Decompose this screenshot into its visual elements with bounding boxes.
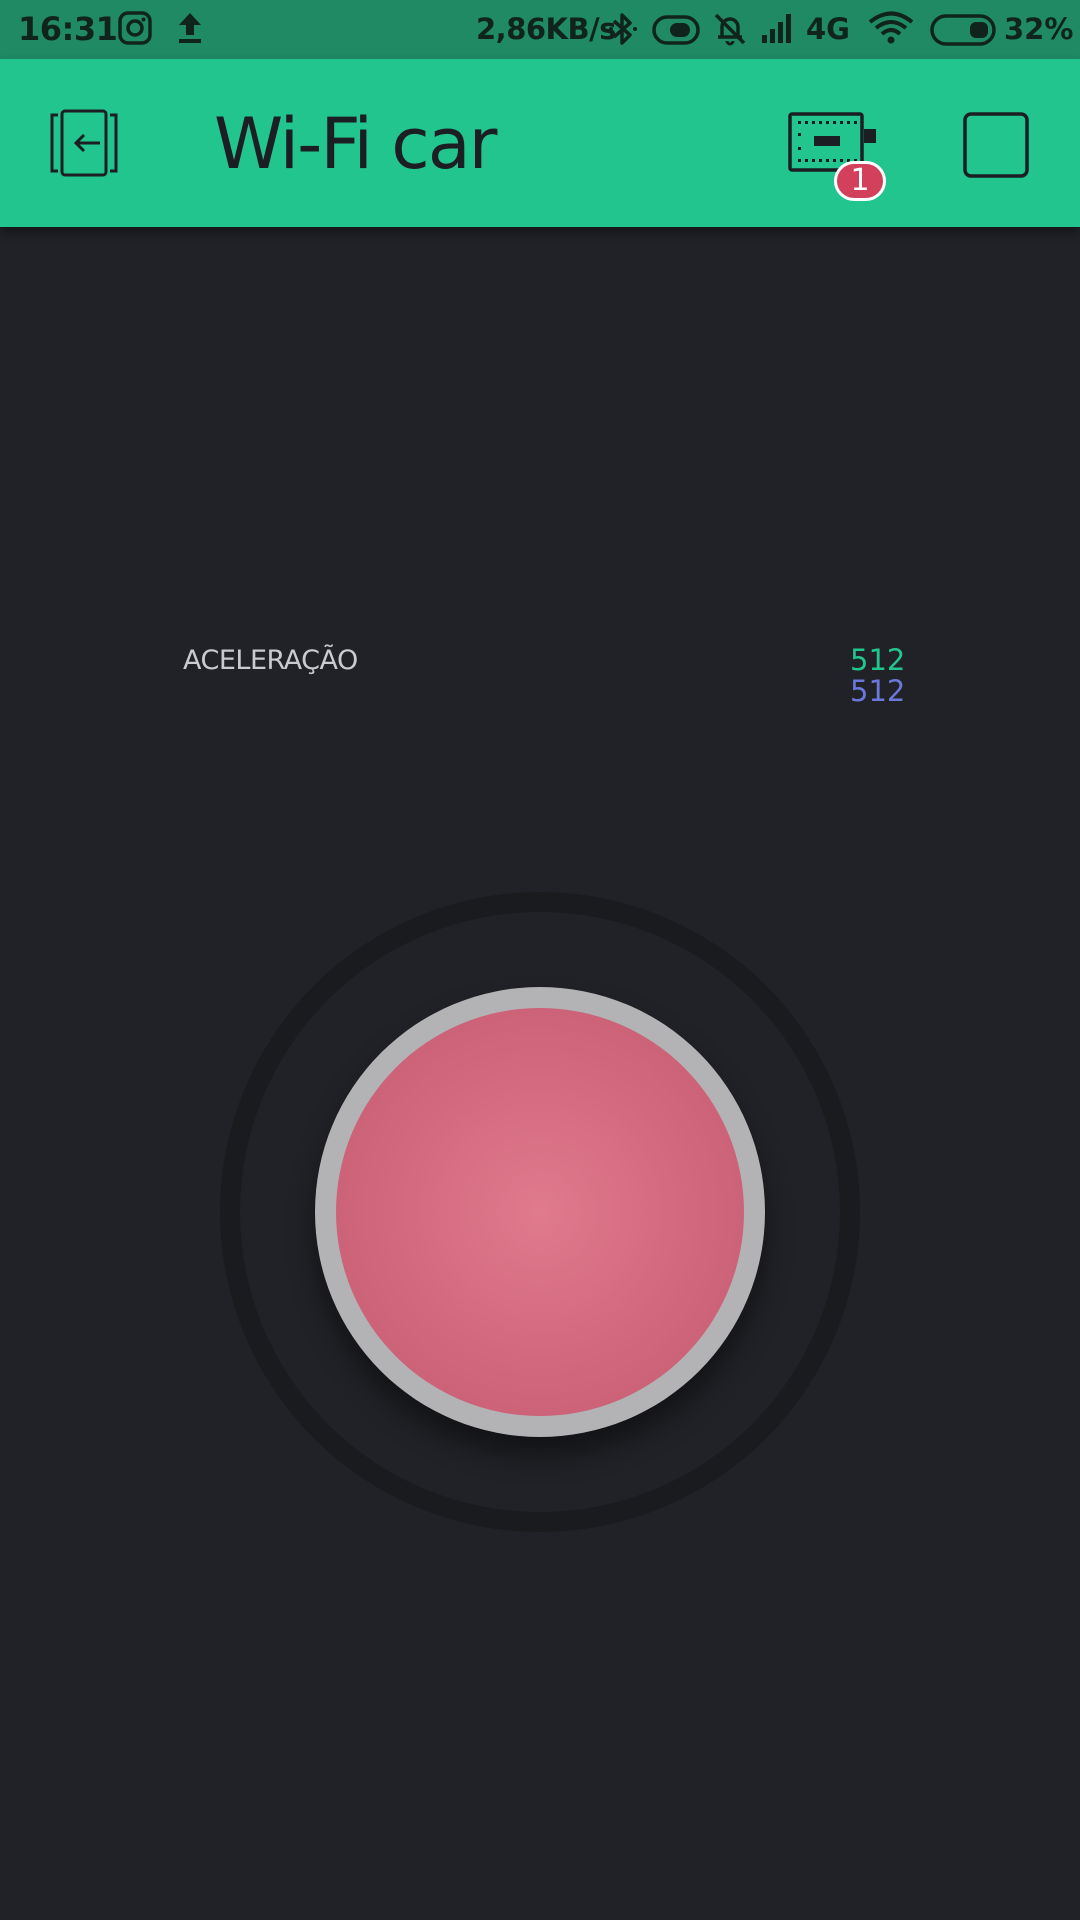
page-title: Wi-Fi car <box>214 103 497 185</box>
exit-icon <box>48 109 120 181</box>
joystick-handle[interactable] <box>315 987 765 1437</box>
signal-icon <box>760 11 794 49</box>
battery-percent: 32% <box>1004 12 1074 46</box>
joystick-knob <box>336 1008 744 1416</box>
exit-button[interactable] <box>48 109 120 181</box>
app-bar: Wi-Fi car 1 <box>0 59 1080 227</box>
net-speed: 2,86KB/s <box>476 12 616 46</box>
upload-icon <box>176 11 204 49</box>
bluetooth-icon <box>608 11 638 51</box>
device-count-badge: 1 <box>834 161 886 201</box>
stop-button[interactable] <box>962 111 1030 183</box>
joystick-label: ACELERAÇÃO <box>183 645 358 676</box>
joystick-x-value: 512 <box>850 643 906 677</box>
joystick-values: 512 512 <box>850 645 905 707</box>
wifi-icon <box>868 11 914 49</box>
joystick-y-value: 512 <box>850 674 906 708</box>
toggle-icon <box>652 15 700 49</box>
instagram-icon <box>118 11 152 49</box>
battery-icon <box>930 14 996 50</box>
mute-icon <box>712 11 748 51</box>
network-type: 4G <box>806 12 850 46</box>
status-bar: 16:31 2,86KB/s 4G 32% <box>0 0 1080 59</box>
square-icon <box>962 112 1030 183</box>
status-time: 16:31 <box>18 10 118 48</box>
